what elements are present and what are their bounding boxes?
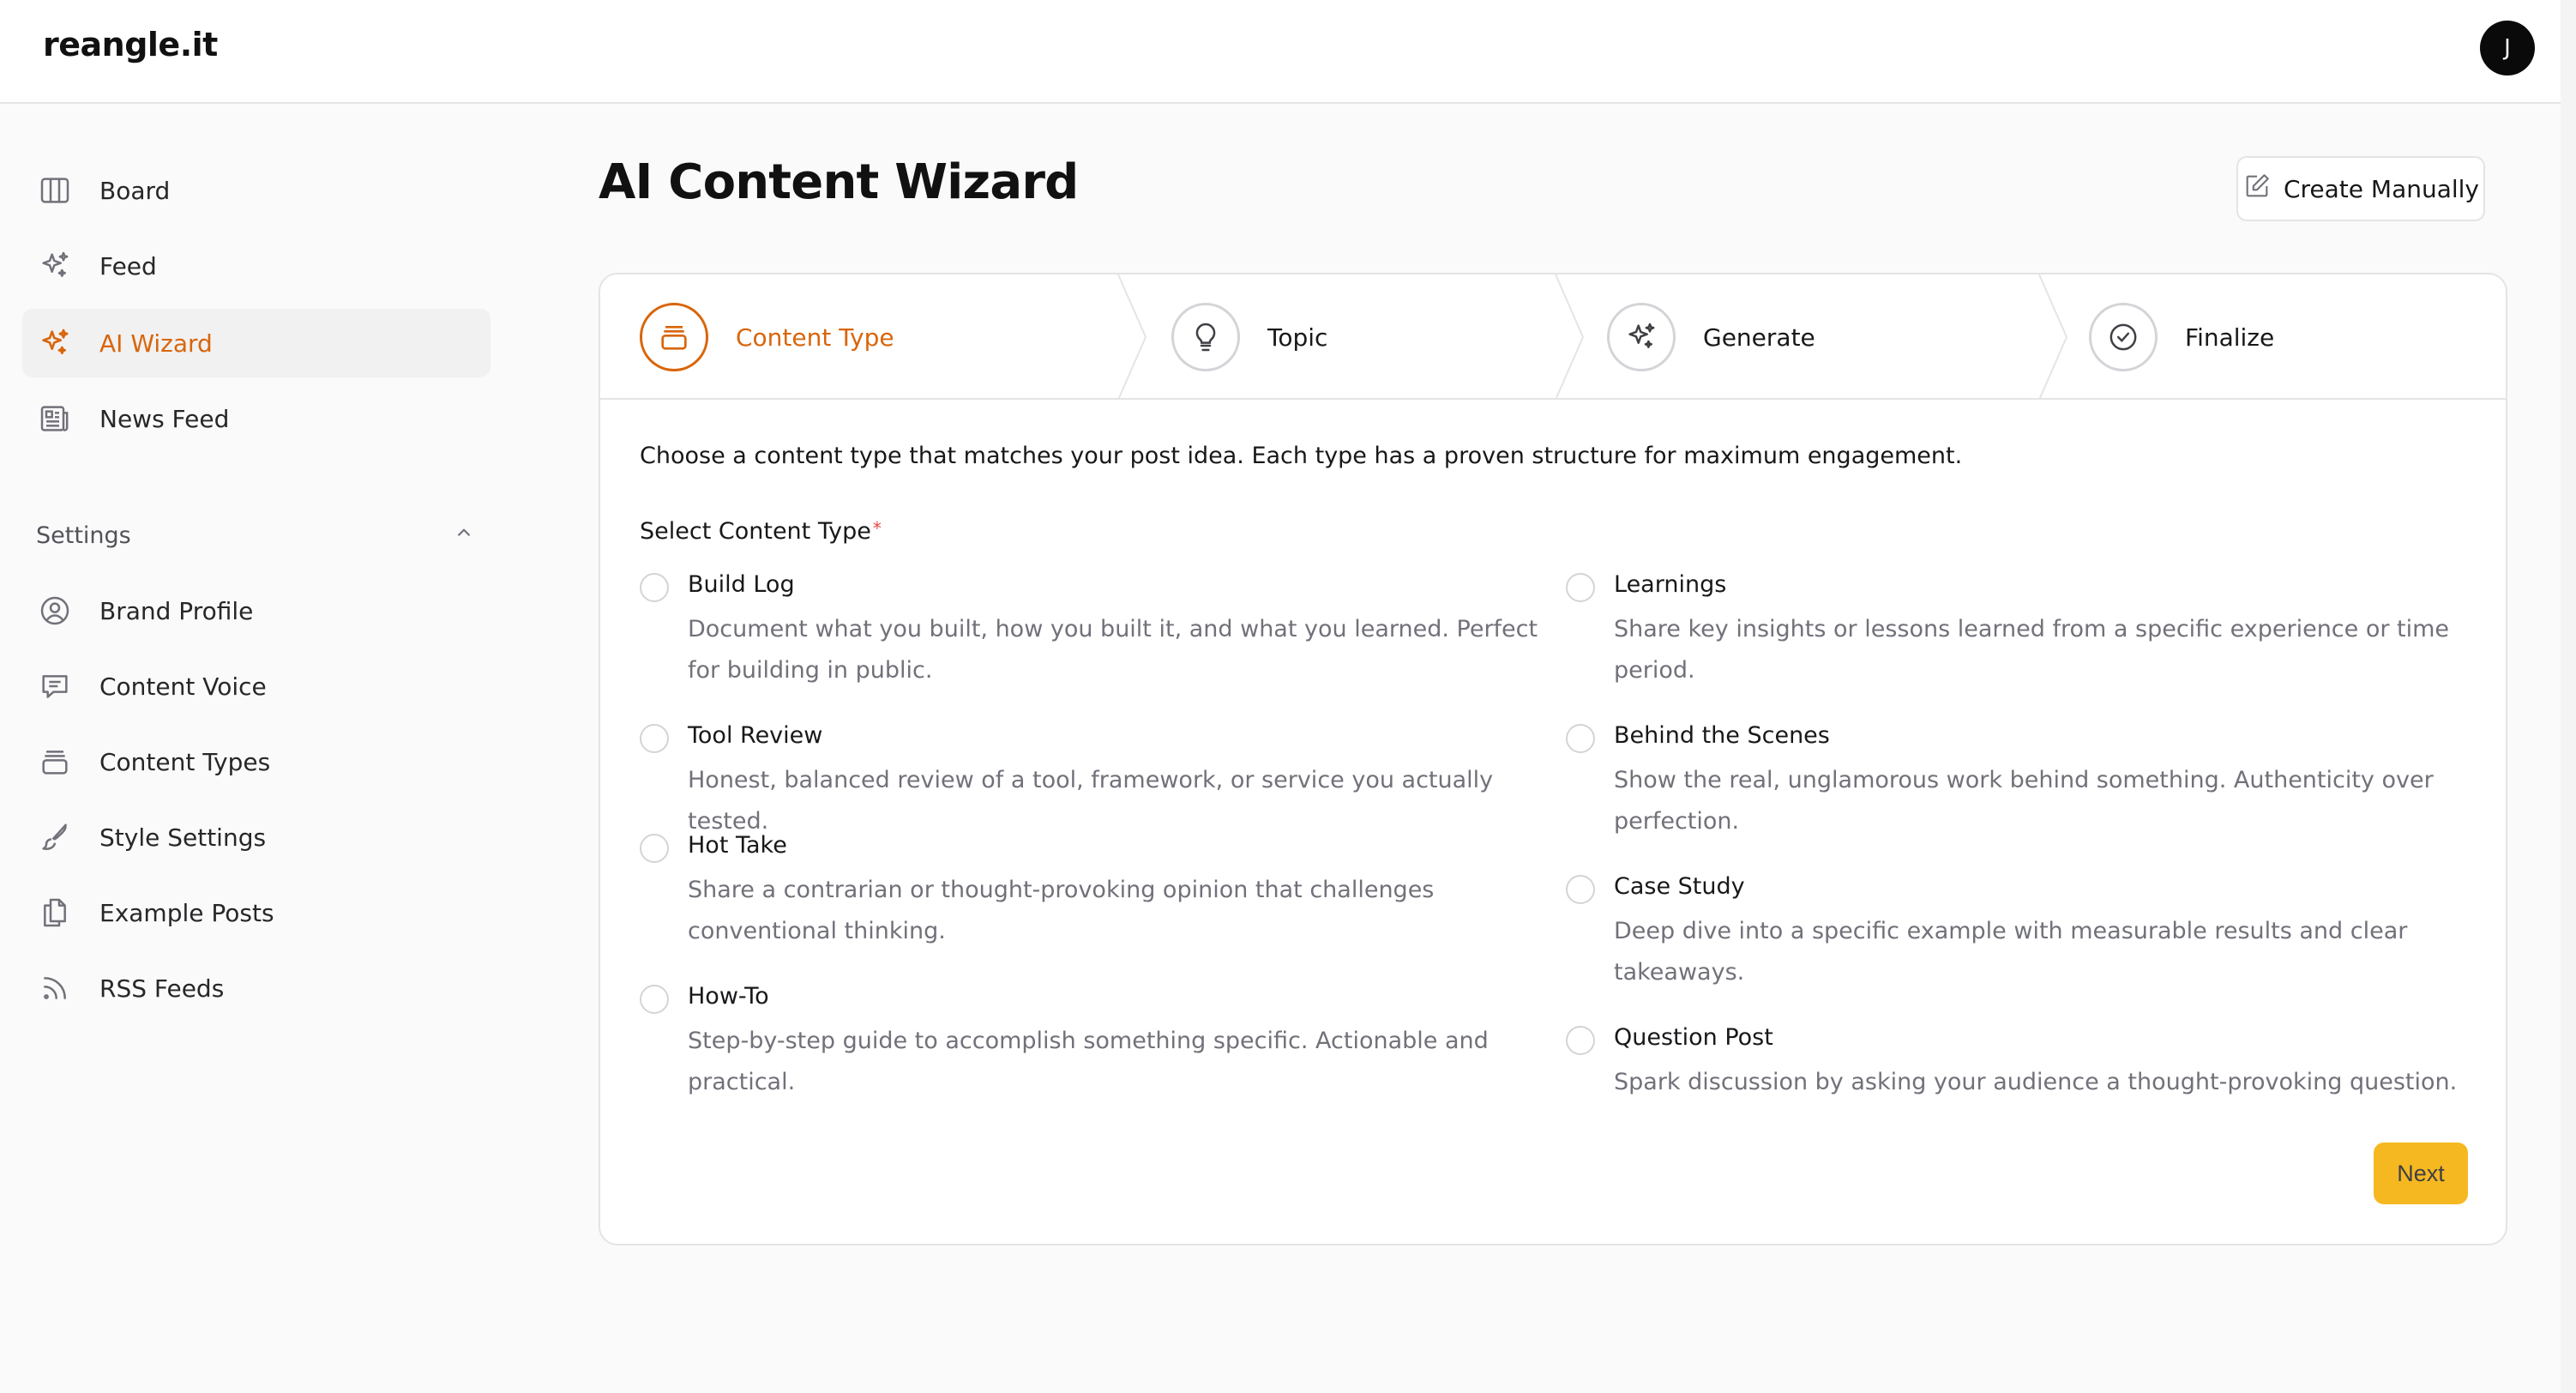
- step-content-type[interactable]: Content Type: [640, 274, 894, 400]
- step-topic[interactable]: Topic: [1171, 274, 1327, 400]
- sidebar-item-feed[interactable]: Feed: [22, 232, 491, 300]
- option-title: How-To: [688, 983, 769, 1010]
- option-title: Learnings: [1614, 571, 1727, 598]
- top-bar: reangle.it J: [0, 0, 2561, 104]
- sidebar-item-label: Brand Profile: [99, 596, 254, 625]
- scrollbar[interactable]: [2561, 0, 2576, 1393]
- option-title: Hot Take: [688, 832, 787, 859]
- archive-icon: [36, 743, 74, 781]
- step-label: Content Type: [736, 323, 894, 352]
- brush-icon: [36, 818, 74, 856]
- sidebar-item-content-types[interactable]: Content Types: [22, 727, 491, 796]
- step-separator: [2038, 274, 2068, 400]
- option-description: Deep dive into a specific example with m…: [1614, 918, 2408, 986]
- user-avatar[interactable]: J: [2480, 21, 2535, 75]
- sidebar-item-label: Content Types: [99, 747, 271, 776]
- sidebar-item-example-posts[interactable]: Example Posts: [22, 878, 491, 947]
- board-icon: [36, 172, 74, 209]
- sidebar-item-label: Content Voice: [99, 672, 267, 701]
- wizard-steps: Content Type Topic Generate Finalize: [600, 274, 2506, 400]
- option-title: Behind the Scenes: [1614, 722, 1830, 749]
- archive-icon: [640, 303, 708, 371]
- option-description: Step-by-step guide to accomplish somethi…: [688, 1028, 1489, 1095]
- sidebar-item-label: Board: [99, 176, 171, 205]
- step-label: Generate: [1703, 323, 1815, 352]
- option-title: Tool Review: [688, 722, 823, 749]
- option-description: Honest, balanced review of a tool, frame…: [688, 767, 1494, 835]
- sidebar-item-style-settings[interactable]: Style Settings: [22, 803, 491, 871]
- radio-button[interactable]: [1566, 724, 1595, 753]
- rss-icon: [36, 969, 74, 1007]
- field-label-text: Select Content Type: [640, 518, 871, 545]
- files-icon: [36, 894, 74, 932]
- radio-button[interactable]: [640, 985, 669, 1014]
- option-description: Document what you built, how you built i…: [688, 616, 1538, 684]
- app-logo[interactable]: reangle.it: [43, 26, 218, 63]
- option-title: Build Log: [688, 571, 795, 598]
- settings-section-toggle[interactable]: Settings: [36, 518, 475, 552]
- option-description: Show the real, unglamorous work behind s…: [1614, 767, 2434, 835]
- edit-icon: [2242, 172, 2272, 207]
- sidebar-item-content-voice[interactable]: Content Voice: [22, 652, 491, 721]
- sparkles-icon: [1607, 303, 1676, 371]
- sidebar-item-label: News Feed: [99, 404, 230, 433]
- next-button[interactable]: Next: [2374, 1143, 2468, 1204]
- create-manually-label: Create Manually: [2283, 174, 2480, 203]
- radio-button[interactable]: [1566, 875, 1595, 904]
- step-finalize[interactable]: Finalize: [2089, 274, 2274, 400]
- page-title: AI Content Wizard: [599, 154, 1079, 210]
- sparkles-icon: [36, 247, 74, 285]
- create-manually-button[interactable]: Create Manually: [2236, 156, 2485, 221]
- required-mark: *: [872, 518, 882, 539]
- sidebar-item-ai-wizard[interactable]: AI Wizard: [22, 309, 491, 377]
- select-content-type-label: Select Content Type *: [640, 518, 882, 545]
- user-circle-icon: [36, 592, 74, 630]
- step-generate[interactable]: Generate: [1607, 274, 1815, 400]
- chevron-up-icon: [453, 522, 475, 550]
- settings-label: Settings: [36, 522, 131, 549]
- sidebar-item-label: Example Posts: [99, 898, 274, 927]
- check-circle-icon: [2089, 303, 2158, 371]
- message-icon: [36, 667, 74, 705]
- sidebar-item-label: RSS Feeds: [99, 974, 225, 1003]
- sidebar-item-news-feed[interactable]: News Feed: [22, 384, 491, 453]
- step-separator: [1555, 274, 1585, 400]
- sparkles-icon: [36, 324, 74, 362]
- sidebar-item-label: Feed: [99, 251, 157, 280]
- radio-button[interactable]: [1566, 573, 1595, 602]
- wizard-intro-text: Choose a content type that matches your …: [640, 443, 1963, 469]
- sidebar-item-label: AI Wizard: [99, 329, 213, 358]
- option-title: Question Post: [1614, 1024, 1773, 1051]
- step-label: Finalize: [2185, 323, 2275, 352]
- option-description: Share a contrarian or thought-provoking …: [688, 877, 1435, 944]
- option-title: Case Study: [1614, 873, 1745, 900]
- sidebar-item-brand-profile[interactable]: Brand Profile: [22, 576, 491, 645]
- radio-button[interactable]: [640, 573, 669, 602]
- radio-button[interactable]: [1566, 1026, 1595, 1055]
- sidebar-item-board[interactable]: Board: [22, 156, 491, 225]
- step-separator: [1117, 274, 1147, 400]
- sidebar-item-rss-feeds[interactable]: RSS Feeds: [22, 954, 491, 1022]
- radio-button[interactable]: [640, 724, 669, 753]
- option-description: Share key insights or lessons learned fr…: [1614, 616, 2450, 684]
- step-label: Topic: [1267, 323, 1328, 352]
- lightbulb-icon: [1171, 303, 1240, 371]
- sidebar-item-label: Style Settings: [99, 823, 267, 852]
- radio-button[interactable]: [640, 834, 669, 863]
- newspaper-icon: [36, 400, 74, 437]
- option-description: Spark discussion by asking your audience…: [1614, 1069, 2458, 1095]
- wizard-card: Content Type Topic Generate Finalize Cho…: [599, 273, 2507, 1245]
